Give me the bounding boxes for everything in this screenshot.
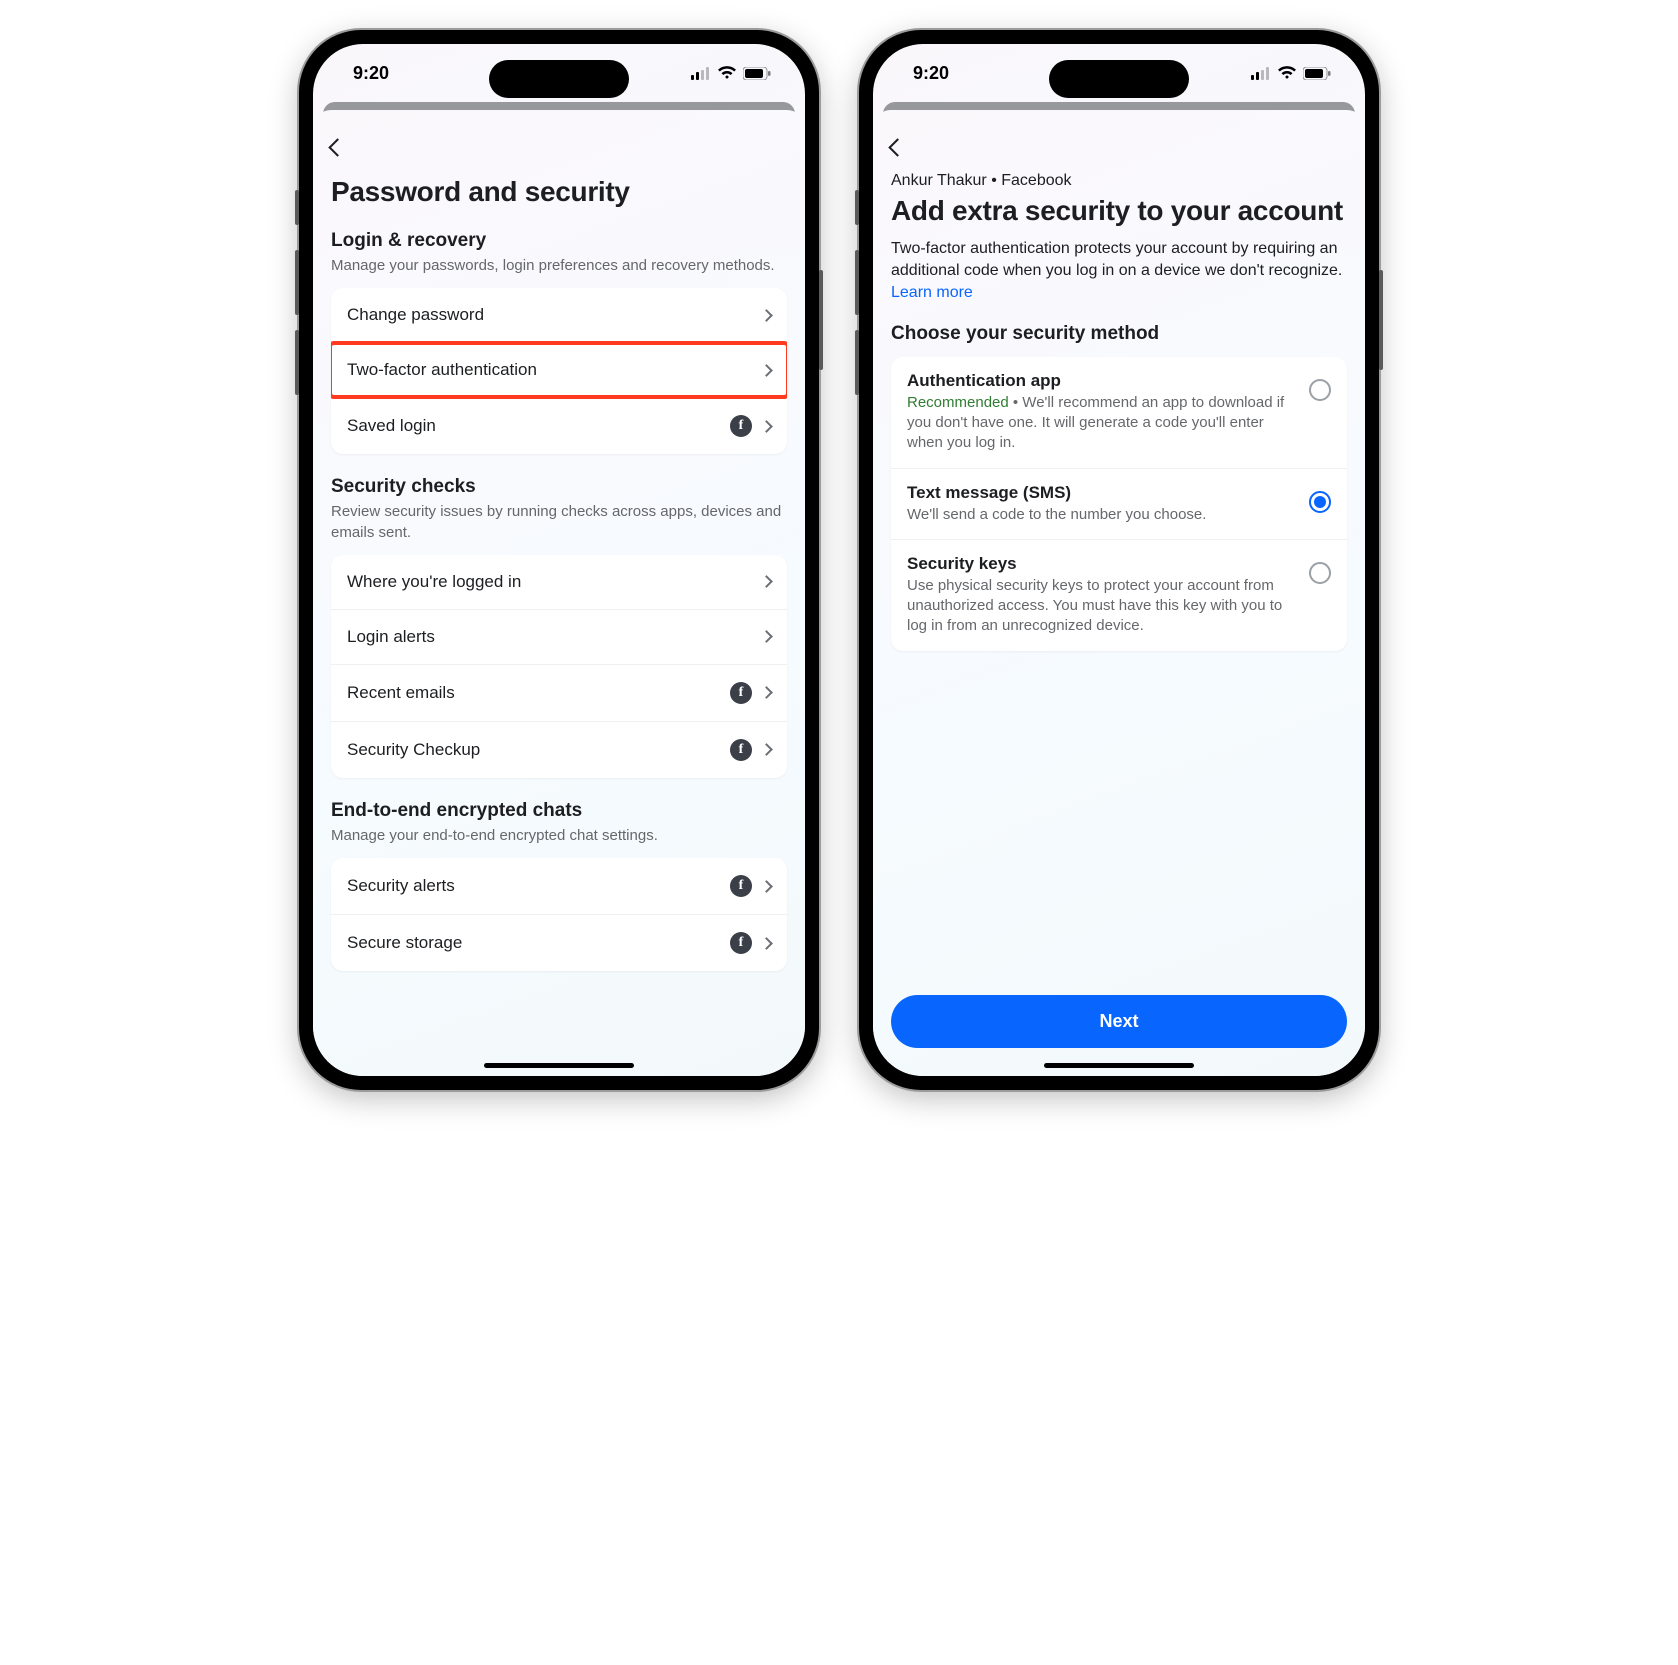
radio-text-message-sms[interactable] (1309, 491, 1331, 513)
radio-authentication-app[interactable] (1309, 379, 1331, 401)
status-icons (691, 66, 771, 80)
row-label: Two-factor authentication (347, 360, 537, 380)
chevron-right-icon (760, 630, 773, 643)
chevron-left-icon (888, 138, 906, 156)
row-saved-login[interactable]: Saved login f (331, 398, 787, 454)
page-description-text: Two-factor authentication protects your … (891, 240, 1342, 279)
row-change-password[interactable]: Change password (331, 288, 787, 343)
method-desc: We'll send a code to the number you choo… (907, 505, 1206, 525)
facebook-icon: f (730, 682, 752, 704)
row-label: Security alerts (347, 876, 455, 896)
dynamic-island (1049, 60, 1189, 98)
home-indicator[interactable] (1044, 1063, 1194, 1068)
row-security-alerts[interactable]: Security alerts f (331, 858, 787, 915)
facebook-icon: f (730, 739, 752, 761)
row-label: Where you're logged in (347, 572, 521, 592)
facebook-icon: f (730, 875, 752, 897)
page-description: Two-factor authentication protects your … (891, 238, 1347, 305)
card-e2ee-chats: Security alerts f Secure storage f (331, 858, 787, 971)
row-recent-emails[interactable]: Recent emails f (331, 665, 787, 722)
method-title: Security keys (907, 554, 1295, 574)
row-secure-storage[interactable]: Secure storage f (331, 915, 787, 971)
battery-icon (1303, 67, 1331, 80)
dynamic-island (489, 60, 629, 98)
screen-password-security: 9:20 Password and security Login & recov… (313, 44, 805, 1076)
chevron-right-icon (760, 309, 773, 322)
home-indicator[interactable] (484, 1063, 634, 1068)
section-desc-security-checks: Review security issues by running checks… (331, 502, 787, 543)
method-desc: Recommended • We'll recommend an app to … (907, 393, 1295, 454)
recommended-badge: Recommended (907, 394, 1009, 411)
row-label: Security Checkup (347, 740, 480, 760)
status-time: 9:20 (913, 63, 949, 84)
back-button[interactable] (891, 132, 921, 162)
chevron-right-icon (760, 937, 773, 950)
chevron-right-icon (760, 880, 773, 893)
wifi-icon (1277, 66, 1297, 80)
row-label: Login alerts (347, 627, 435, 647)
phone-mockup-right: 9:20 Ankur Thakur • Facebook Add extra s… (859, 30, 1379, 1090)
section-desc-e2ee-chats: Manage your end-to-end encrypted chat se… (331, 826, 787, 846)
section-title-login-recovery: Login & recovery (331, 230, 787, 252)
battery-icon (743, 67, 771, 80)
method-authentication-app[interactable]: Authentication app Recommended • We'll r… (891, 357, 1347, 469)
method-desc: Use physical security keys to protect yo… (907, 576, 1295, 637)
facebook-icon: f (730, 932, 752, 954)
page-title: Password and security (331, 176, 787, 208)
choose-method-label: Choose your security method (891, 323, 1347, 345)
status-icons (1251, 66, 1331, 80)
method-title: Authentication app (907, 371, 1295, 391)
breadcrumb: Ankur Thakur • Facebook (891, 172, 1347, 190)
method-security-keys[interactable]: Security keys Use physical security keys… (891, 540, 1347, 651)
learn-more-link[interactable]: Learn more (891, 284, 973, 301)
screen-add-extra-security: 9:20 Ankur Thakur • Facebook Add extra s… (873, 44, 1365, 1076)
row-label: Recent emails (347, 683, 455, 703)
status-time: 9:20 (353, 63, 389, 84)
row-label: Change password (347, 305, 484, 325)
cellular-icon (1251, 67, 1271, 80)
phone-mockup-left: 9:20 Password and security Login & recov… (299, 30, 819, 1090)
row-label: Secure storage (347, 933, 462, 953)
chevron-right-icon (760, 364, 773, 377)
facebook-icon: f (730, 415, 752, 437)
back-button[interactable] (331, 132, 361, 162)
cellular-icon (691, 67, 711, 80)
section-title-security-checks: Security checks (331, 476, 787, 498)
radio-security-keys[interactable] (1309, 562, 1331, 584)
card-login-recovery: Change password Two-factor authenticatio… (331, 288, 787, 454)
chevron-right-icon (760, 575, 773, 588)
page-title: Add extra security to your account (891, 194, 1347, 228)
chevron-right-icon (760, 743, 773, 756)
row-where-logged-in[interactable]: Where you're logged in (331, 555, 787, 610)
row-login-alerts[interactable]: Login alerts (331, 610, 787, 665)
row-two-factor-authentication[interactable]: Two-factor authentication (331, 343, 787, 398)
chevron-right-icon (760, 686, 773, 699)
section-title-e2ee-chats: End-to-end encrypted chats (331, 800, 787, 822)
method-title: Text message (SMS) (907, 483, 1206, 503)
row-label: Saved login (347, 416, 436, 436)
card-security-checks: Where you're logged in Login alerts Rece… (331, 555, 787, 778)
card-security-methods: Authentication app Recommended • We'll r… (891, 357, 1347, 651)
section-desc-login-recovery: Manage your passwords, login preferences… (331, 256, 787, 276)
chevron-left-icon (328, 138, 346, 156)
method-text-message-sms[interactable]: Text message (SMS) We'll send a code to … (891, 469, 1347, 540)
wifi-icon (717, 66, 737, 80)
next-button[interactable]: Next (891, 995, 1347, 1048)
chevron-right-icon (760, 420, 773, 433)
row-security-checkup[interactable]: Security Checkup f (331, 722, 787, 778)
